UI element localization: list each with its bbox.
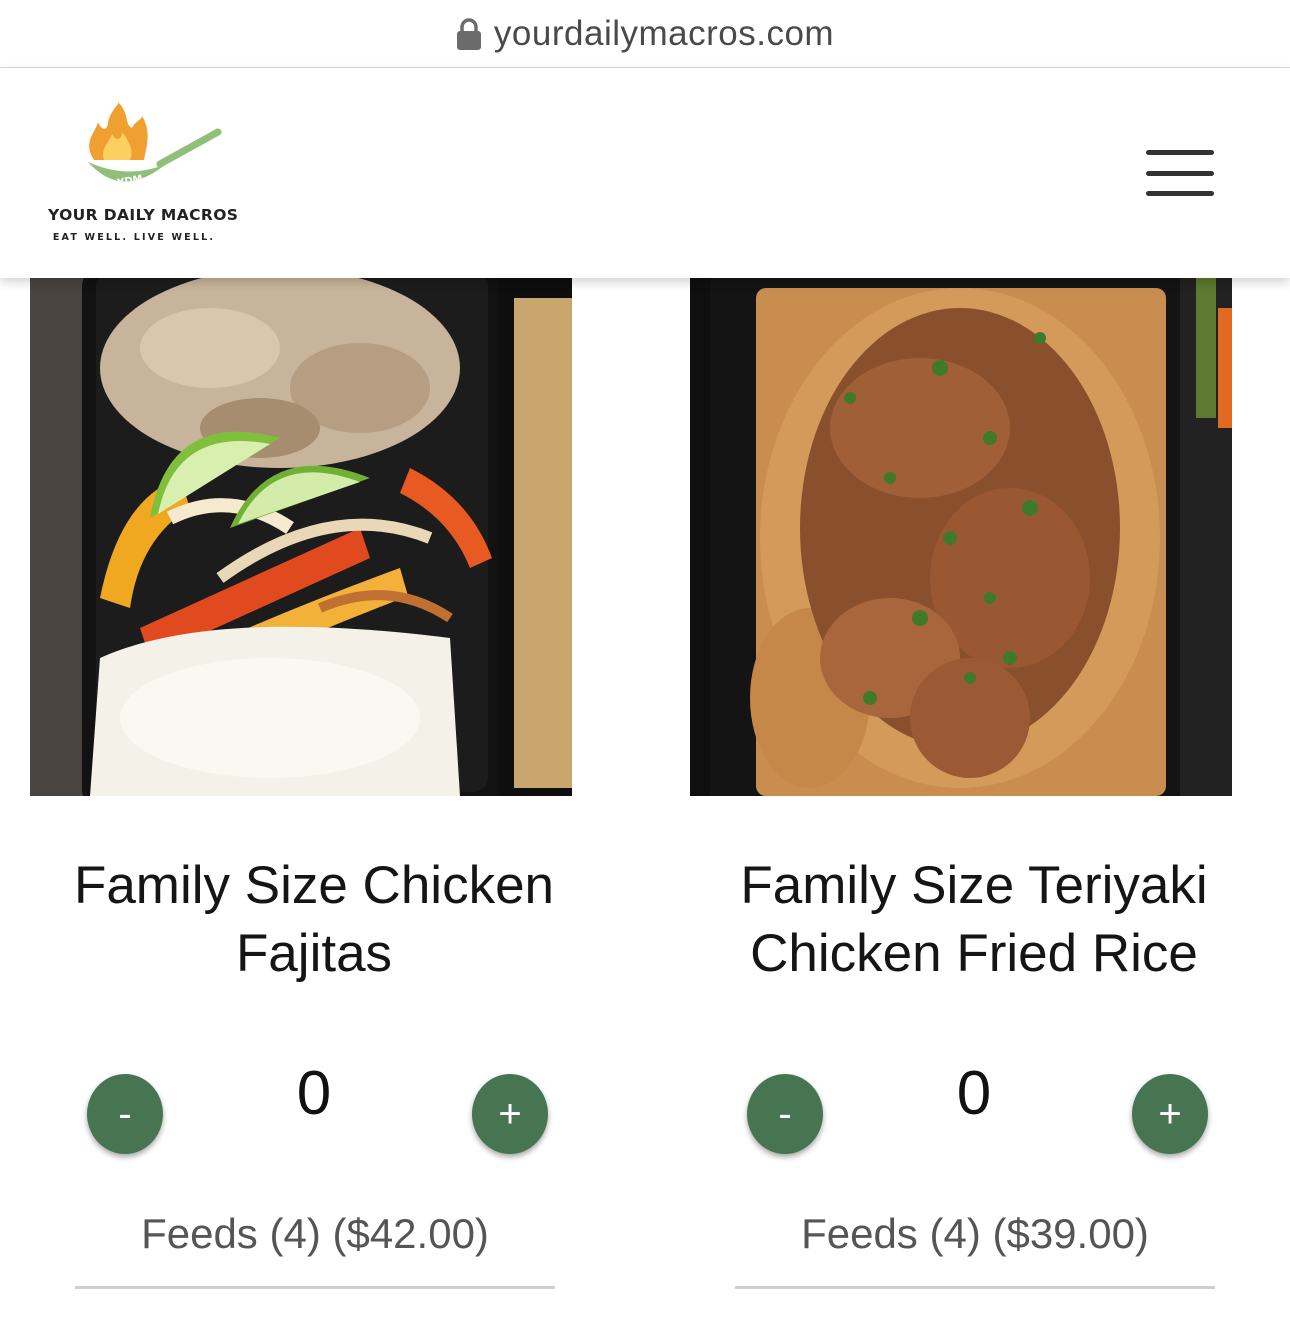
url-text: yourdailymacros.com xyxy=(493,13,835,53)
product-image-chicken-fajitas[interactable] xyxy=(30,278,572,796)
select-underline xyxy=(75,1286,555,1289)
increment-button[interactable]: + xyxy=(472,1074,548,1154)
logo-title: YOUR DAILY MACROS xyxy=(48,206,239,224)
menu-line xyxy=(1146,150,1214,155)
menu-line xyxy=(1146,170,1214,176)
menu-line xyxy=(1146,191,1214,196)
increment-button[interactable]: + xyxy=(1132,1074,1208,1154)
product-name: Family Size Chicken Fajitas xyxy=(73,856,555,983)
lock-icon xyxy=(456,17,481,50)
hamburger-menu-button[interactable] xyxy=(1146,150,1216,196)
teriyaki-photo xyxy=(690,278,1232,796)
logo-tagline: EAT WELL. LIVE WELL. xyxy=(52,232,216,243)
browser-url-bar[interactable]: yourdailymacros.com xyxy=(0,0,1290,68)
product-name: Family Size Teriyaki Chicken Fried Rice xyxy=(740,856,1208,983)
logo-pan-flame-icon: YDM xyxy=(88,102,222,189)
decrement-button[interactable]: - xyxy=(87,1074,163,1154)
feeds-price-select[interactable]: Feeds (4) ($42.00) xyxy=(75,1210,555,1258)
product-image-teriyaki-chicken-fried-rice[interactable] xyxy=(690,278,1232,796)
site-logo[interactable]: YDM YOUR DAILY MACROS EAT WELL. LIVE WEL… xyxy=(48,102,239,247)
select-underline xyxy=(735,1286,1215,1289)
quantity-value: 0 xyxy=(956,1059,992,1128)
fajitas-photo xyxy=(30,278,572,796)
feeds-price-select[interactable]: Feeds (4) ($39.00) xyxy=(735,1210,1215,1258)
site-header: YDM YOUR DAILY MACROS EAT WELL. LIVE WEL… xyxy=(0,68,1290,278)
decrement-button[interactable]: - xyxy=(747,1074,823,1154)
quantity-value: 0 xyxy=(296,1059,332,1128)
